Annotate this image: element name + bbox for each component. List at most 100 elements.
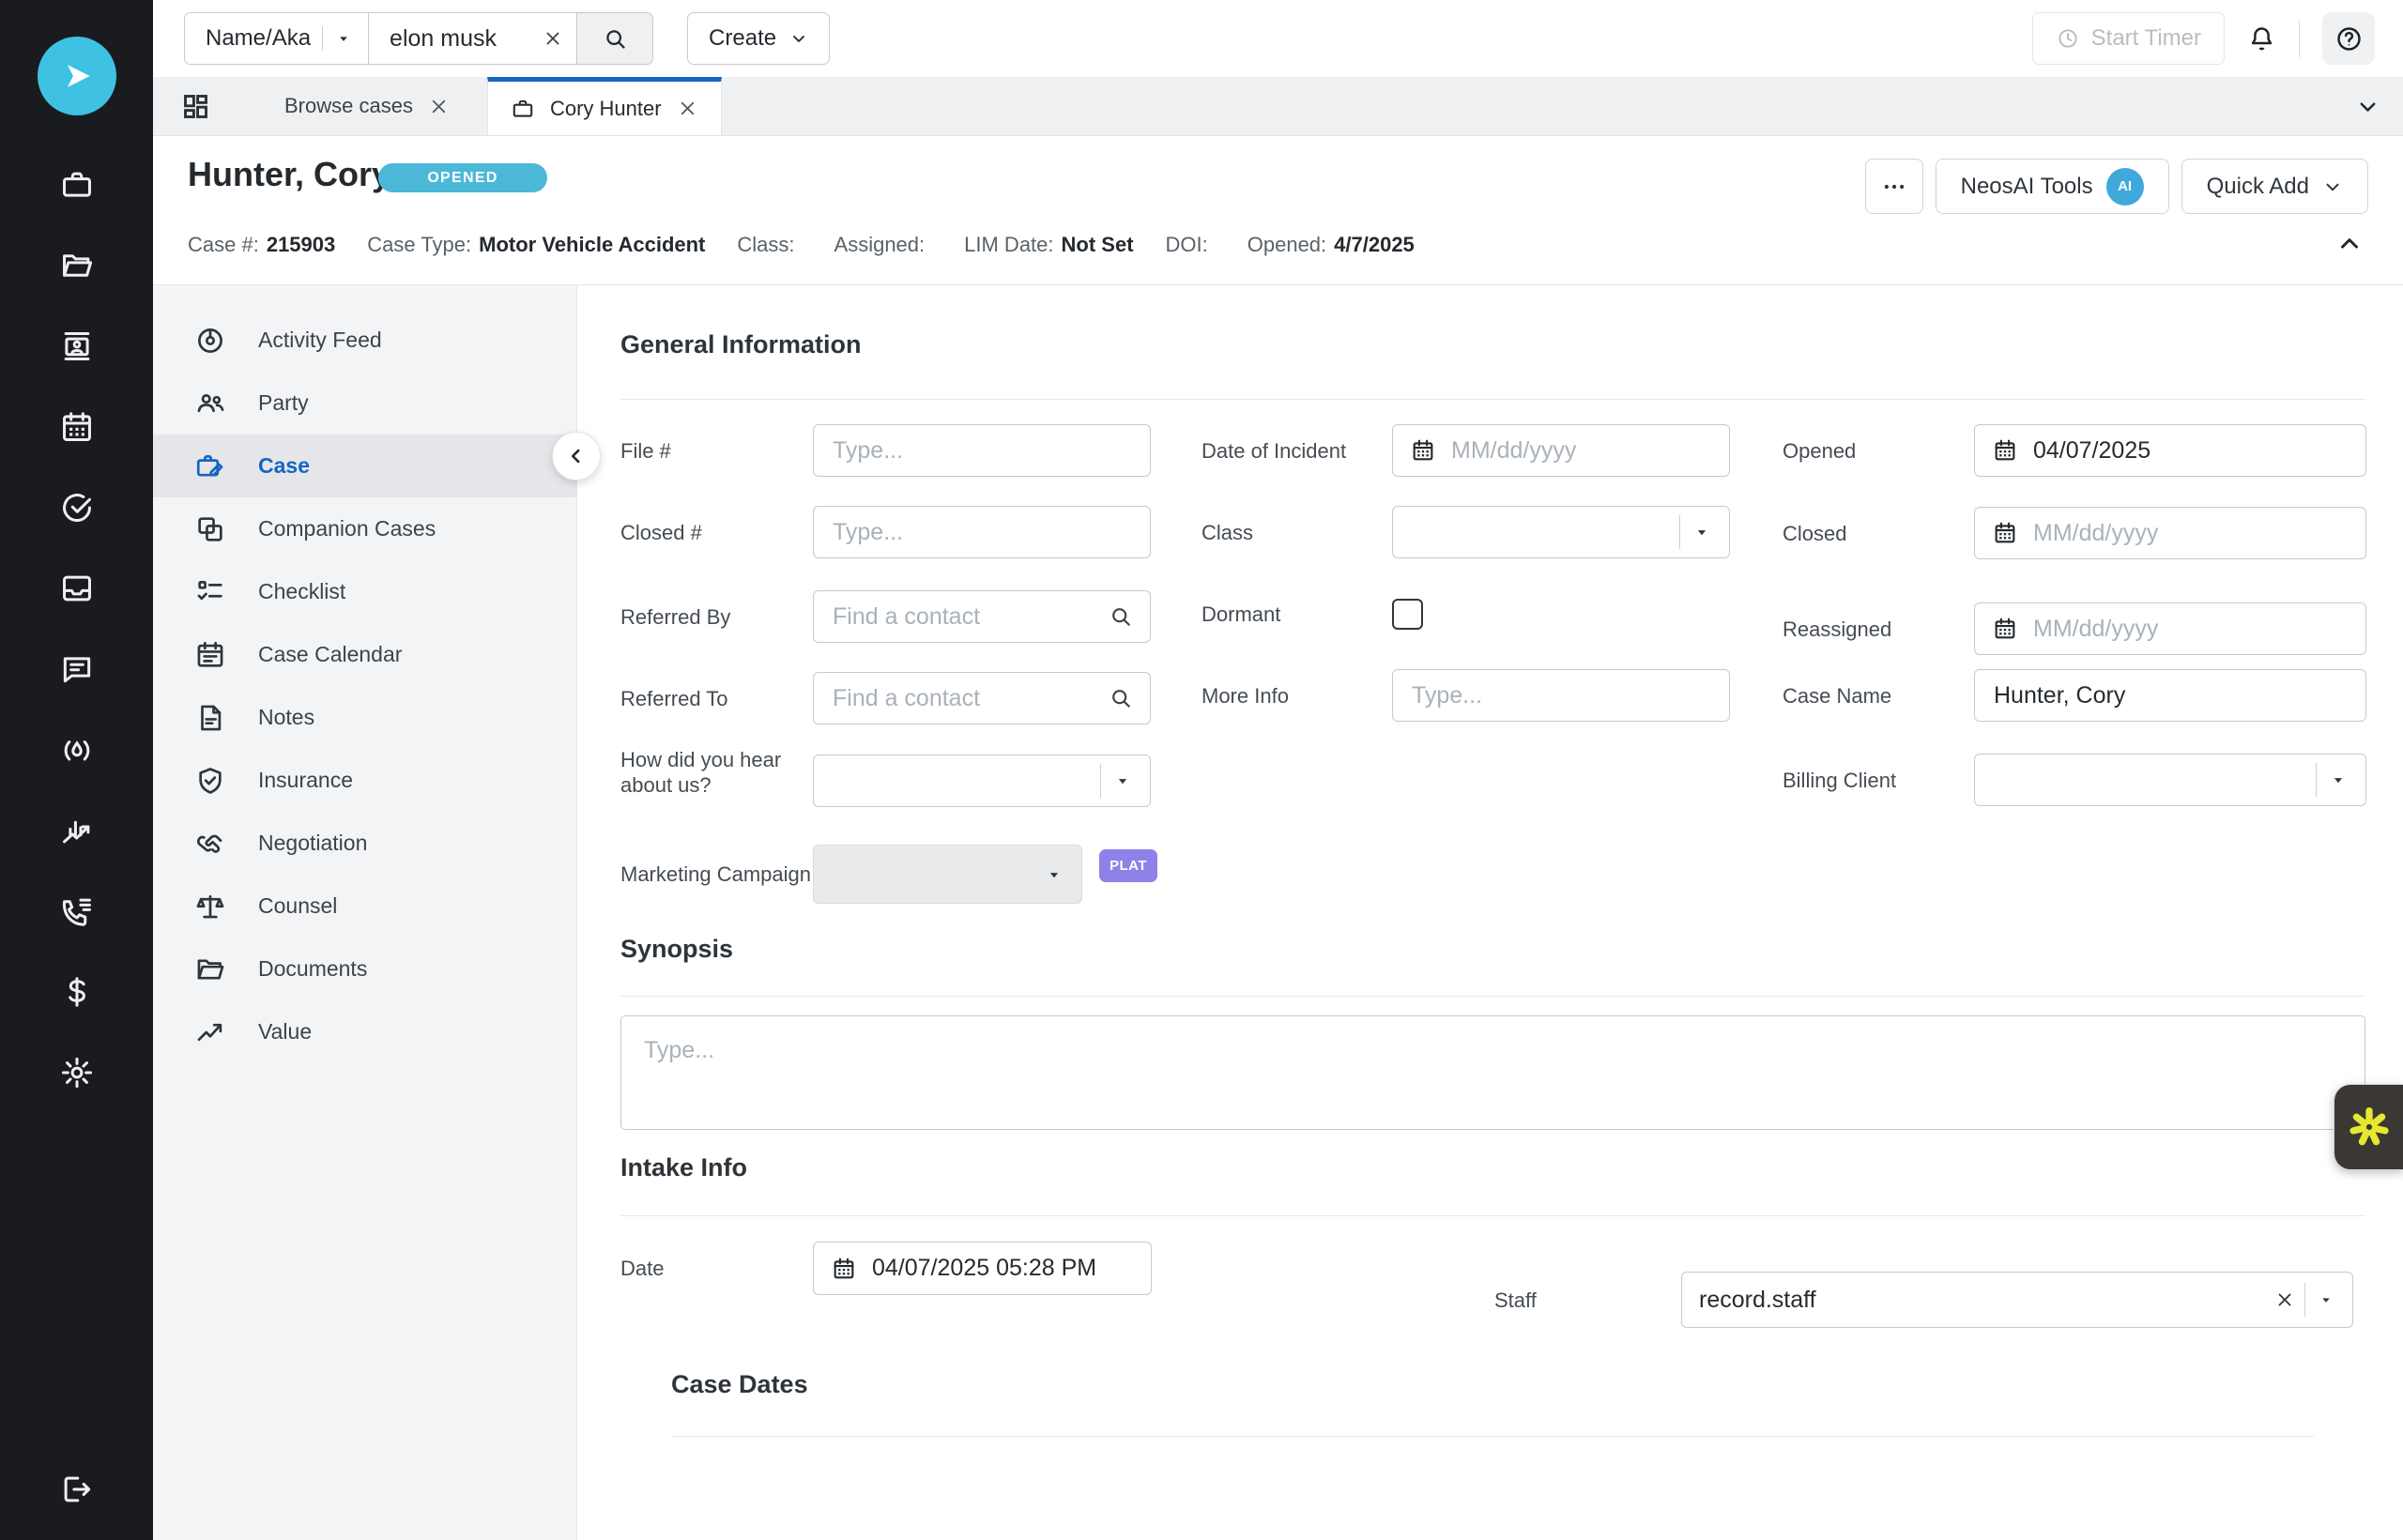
rail-logout-button[interactable] xyxy=(58,1471,96,1508)
staff-combobox[interactable]: record.staff xyxy=(1681,1272,2353,1328)
file-number-field[interactable] xyxy=(813,424,1151,477)
counsel-scales-icon xyxy=(194,891,226,922)
search-category-label: Name/Aka xyxy=(206,25,311,52)
sidebar-item-party[interactable]: Party xyxy=(153,372,576,435)
opened-field[interactable] xyxy=(1974,424,2366,477)
rail-contacts-button[interactable] xyxy=(58,328,96,365)
sidebar-item-companion-cases[interactable]: Companion Cases xyxy=(153,497,576,560)
staff-clear-button[interactable] xyxy=(2274,1289,2295,1310)
notifications-button[interactable] xyxy=(2247,24,2276,53)
rail-settings-button[interactable] xyxy=(58,1054,96,1091)
class-select[interactable] xyxy=(1392,506,1730,558)
rail-calendar-button[interactable] xyxy=(58,408,96,446)
tab-close-button[interactable] xyxy=(677,98,698,119)
opened-input[interactable] xyxy=(2031,436,2349,465)
search-clear-button[interactable] xyxy=(543,28,563,49)
file-number-input[interactable] xyxy=(831,436,1133,465)
meta-case-type: Case Type:Motor Vehicle Accident xyxy=(367,233,705,257)
rail-tasks-button[interactable] xyxy=(58,489,96,526)
referred-by-input[interactable] xyxy=(831,602,1109,632)
rail-intake-button[interactable] xyxy=(58,570,96,607)
rail-reports-button[interactable] xyxy=(58,812,96,849)
reassigned-field[interactable] xyxy=(1974,602,2366,655)
date-of-incident-input[interactable] xyxy=(1449,436,1712,465)
closed-input[interactable] xyxy=(2031,519,2349,548)
dashboard-grid-icon xyxy=(180,91,211,122)
closed-number-field[interactable] xyxy=(813,506,1151,558)
app-logo[interactable] xyxy=(38,37,116,115)
more-info-input[interactable] xyxy=(1410,681,1712,710)
closed-label: Closed xyxy=(1783,521,1846,546)
rail-documents-button[interactable] xyxy=(58,247,96,284)
marketing-campaign-select[interactable] xyxy=(813,845,1082,904)
dashboard-button[interactable] xyxy=(166,77,224,135)
collapse-header-button[interactable] xyxy=(2335,230,2364,258)
topbar-right: Start Timer xyxy=(2032,12,2375,65)
rail-messages-button[interactable] xyxy=(58,650,96,688)
rail-cases-button[interactable] xyxy=(58,166,96,204)
meta-doi: DOI: xyxy=(1166,233,1216,257)
more-actions-button[interactable] xyxy=(1865,159,1923,214)
sidebar-item-insurance[interactable]: Insurance xyxy=(153,749,576,812)
sidebar-item-counsel[interactable]: Counsel xyxy=(153,875,576,938)
search-button[interactable] xyxy=(576,13,652,64)
search-category-dropdown[interactable]: Name/Aka xyxy=(185,13,369,64)
date-of-incident-field[interactable] xyxy=(1392,424,1730,477)
quick-add-button[interactable]: Quick Add xyxy=(2181,159,2368,214)
referred-by-field[interactable] xyxy=(813,590,1151,643)
intake-date-field[interactable] xyxy=(813,1242,1152,1295)
billing-client-select[interactable] xyxy=(1974,754,2366,806)
reassigned-input[interactable] xyxy=(2031,615,2349,644)
sidebar-item-label: Companion Cases xyxy=(258,516,436,541)
section-divider xyxy=(620,399,2365,400)
closed-field[interactable] xyxy=(1974,507,2366,559)
closed-number-input[interactable] xyxy=(831,518,1133,547)
caret-down-icon xyxy=(334,29,353,48)
ai-assistant-fab[interactable] xyxy=(2334,1084,2403,1170)
case-calendar-icon xyxy=(194,639,226,671)
quick-add-label: Quick Add xyxy=(2207,174,2309,200)
sidebar-item-documents[interactable]: Documents xyxy=(153,938,576,1000)
play-logo-icon xyxy=(56,55,98,97)
case-actions: NeosAI Tools AI Quick Add xyxy=(1865,159,2368,214)
topbar: Name/Aka Create Start Timer xyxy=(153,0,2403,77)
close-icon xyxy=(428,96,450,117)
more-info-field[interactable] xyxy=(1392,669,1730,722)
sidebar-item-checklist[interactable]: Checklist xyxy=(153,560,576,623)
synopsis-textarea[interactable] xyxy=(620,1015,2365,1130)
referred-to-field[interactable] xyxy=(813,672,1151,724)
case-name-field[interactable] xyxy=(1974,669,2366,722)
referred-to-input[interactable] xyxy=(831,684,1109,713)
tab-browse-cases[interactable]: Browse cases xyxy=(262,77,472,135)
sidebar-item-label: Negotiation xyxy=(258,831,367,856)
neosai-tools-button[interactable]: NeosAI Tools AI xyxy=(1936,159,2169,214)
sidebar-item-label: Case Calendar xyxy=(258,642,402,667)
rail-billing-button[interactable] xyxy=(58,973,96,1011)
file-number-label: File # xyxy=(620,438,671,464)
sidebar-item-case-calendar[interactable]: Case Calendar xyxy=(153,623,576,686)
help-icon xyxy=(2334,24,2364,53)
sidebar-item-case[interactable]: Case xyxy=(153,435,576,497)
create-button[interactable]: Create xyxy=(687,12,830,65)
topbar-divider xyxy=(2299,20,2300,57)
start-timer-button[interactable]: Start Timer xyxy=(2032,12,2225,65)
dormant-checkbox[interactable] xyxy=(1392,599,1423,630)
subnav-collapse-button[interactable] xyxy=(552,432,601,480)
opened-label: Opened xyxy=(1783,438,1856,464)
sidebar-item-negotiation[interactable]: Negotiation xyxy=(153,812,576,875)
sidebar-item-value[interactable]: Value xyxy=(153,1000,576,1063)
case-name-input[interactable] xyxy=(1992,681,2349,710)
how-did-you-hear-select[interactable] xyxy=(813,755,1151,807)
help-button[interactable] xyxy=(2322,12,2375,65)
rail-gauge-button[interactable] xyxy=(58,731,96,769)
referred-by-label: Referred By xyxy=(620,604,730,630)
sidebar-item-notes[interactable]: Notes xyxy=(153,686,576,749)
chevron-down-icon xyxy=(2322,176,2343,197)
intake-date-input[interactable] xyxy=(870,1254,1134,1283)
search-input[interactable] xyxy=(388,24,535,53)
sidebar-item-activity-feed[interactable]: Activity Feed xyxy=(153,309,576,372)
tab-close-button[interactable] xyxy=(428,96,450,117)
tab-overflow-button[interactable] xyxy=(2349,77,2386,135)
rail-calls-button[interactable] xyxy=(58,892,96,930)
tab-cory-hunter[interactable]: Cory Hunter xyxy=(487,77,722,135)
